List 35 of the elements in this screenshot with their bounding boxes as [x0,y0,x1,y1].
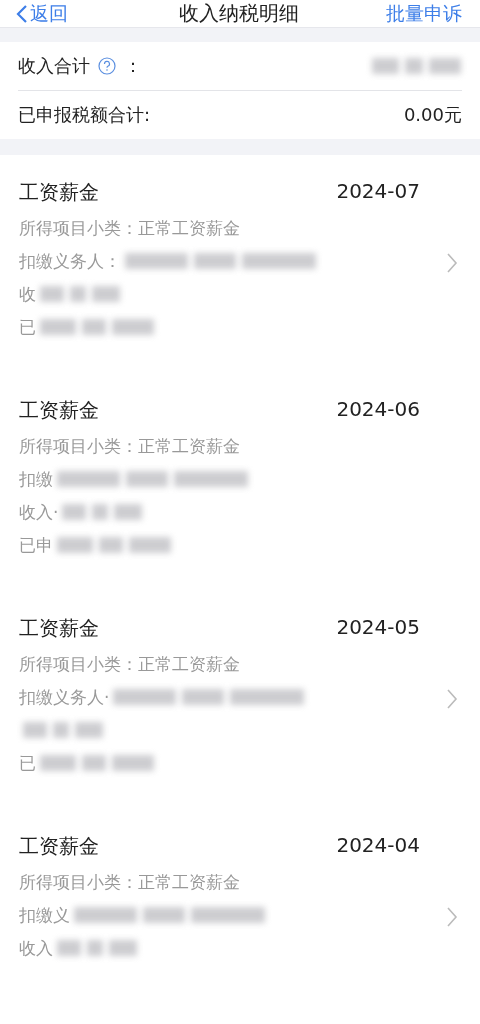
record-title: 工资薪金 [19,833,99,860]
record-line-label: 扣缴 [19,467,53,491]
summary-label: 收入合计 [18,54,90,78]
record-line-label: 收 [19,282,36,306]
income-record[interactable]: 工资薪金 2024-06 所得项目小类：正常工资薪金 扣缴 收入· 已申 [0,373,480,591]
record-line-label: 已申 [19,533,53,557]
record-line-label: 已 [19,751,36,775]
batch-appeal-button[interactable]: 批量申诉 [386,0,462,27]
record-period: 2024-06 [336,397,420,423]
record-subtype: 所得项目小类：正常工资薪金 [19,871,241,894]
record-line-label: 收入 [19,936,53,960]
record-title: 工资薪金 [19,397,99,424]
income-record[interactable]: 工资薪金 2024-07 所得项目小类：正常工资薪金 扣缴义务人： 收 已 [0,155,480,373]
help-icon[interactable] [98,57,116,75]
record-line-label: 已 [19,315,36,339]
record-title: 工资薪金 [19,615,99,642]
record-period: 2024-05 [336,615,420,641]
record-line-label: 收入· [19,500,59,524]
record-period: 2024-07 [336,179,420,205]
record-line-label: 扣缴义务人· [19,685,110,709]
summary-value: 0.00元 [403,103,462,127]
back-button[interactable]: 返回 [16,0,68,27]
record-period: 2024-04 [336,833,420,859]
back-icon [16,3,28,24]
record-title: 工资薪金 [19,179,99,206]
record-subtype: 所得项目小类：正常工资薪金 [19,435,241,458]
income-record[interactable]: 工资薪金 2024-04 所得项目小类：正常工资薪金 扣缴义 收入 [0,809,480,1024]
record-line-label: 扣缴义 [19,903,70,927]
income-record[interactable]: 工资薪金 2024-05 所得项目小类：正常工资薪金 扣缴义务人· 已 [0,591,480,809]
page-title: 收入纳税明细 [179,0,299,27]
colon: ： [124,54,142,78]
record-line-label: 扣缴义务人： [19,249,121,273]
record-subtype: 所得项目小类：正常工资薪金 [19,653,241,676]
summary-label: 已申报税额合计: [18,103,151,127]
record-subtype: 所得项目小类：正常工资薪金 [19,217,241,240]
